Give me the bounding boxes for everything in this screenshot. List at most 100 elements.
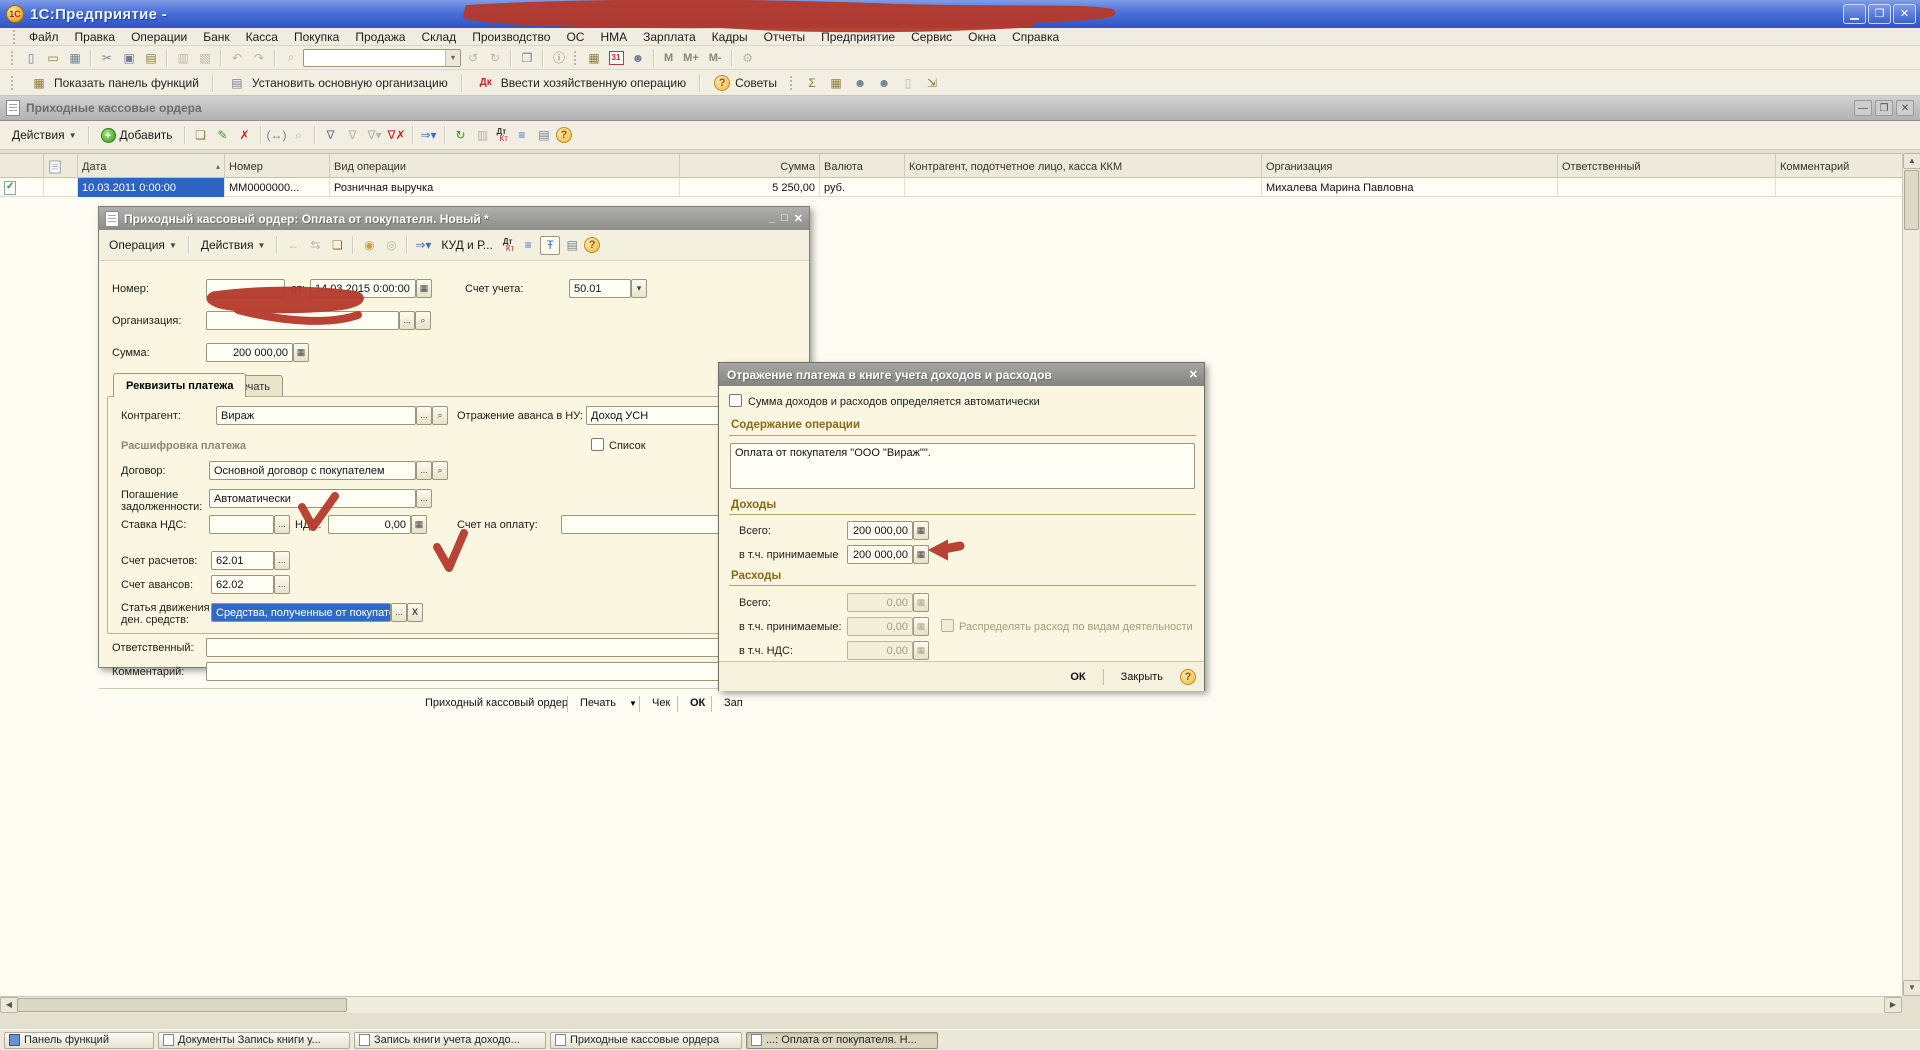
comment-input[interactable] xyxy=(206,662,801,681)
ok-button[interactable]: ОК xyxy=(1061,667,1094,687)
magnifier-icon[interactable]: ⌕ xyxy=(432,461,448,480)
minimize-button[interactable]: ▁ xyxy=(1843,4,1866,24)
set-interval-icon[interactable]: (↔) xyxy=(267,126,287,145)
help-icon[interactable]: ? xyxy=(1180,669,1196,685)
auto-sum-checkbox[interactable] xyxy=(729,394,742,407)
reread-icon[interactable]: ⇆ xyxy=(305,236,325,255)
ellipsis-picker-icon[interactable]: ... xyxy=(416,489,432,508)
cut-icon[interactable]: ✂ xyxy=(97,48,117,67)
repayment-input[interactable]: Автоматически xyxy=(209,489,416,508)
child-minimize-button[interactable]: — xyxy=(1854,100,1872,116)
magnifier-icon[interactable]: ⌕ xyxy=(415,311,431,330)
actions-menu-button[interactable]: Действия▼ xyxy=(6,126,83,144)
row-marker-cell[interactable] xyxy=(0,178,44,197)
counterparty-input[interactable]: Вираж xyxy=(216,406,416,425)
add-button[interactable]: + Добавить xyxy=(95,126,179,145)
account-combobox[interactable]: 50.01 xyxy=(569,279,631,298)
ellipsis-picker-icon[interactable]: ... xyxy=(274,515,290,534)
header-operation[interactable]: Вид операции xyxy=(330,154,680,179)
output-list-icon[interactable]: ⇒▾ xyxy=(419,126,439,145)
ellipsis-picker-icon[interactable]: ... xyxy=(274,575,290,594)
dialog-maximize-icon[interactable]: □ xyxy=(781,212,788,225)
magnifier-icon[interactable]: ⌕ xyxy=(432,406,448,425)
menu-hr[interactable]: Кадры xyxy=(704,29,756,45)
menu-sale[interactable]: Продажа xyxy=(347,29,413,45)
refresh-icon[interactable]: ↻ xyxy=(451,126,471,145)
dt-kt-icon[interactable]: ДтКт xyxy=(501,238,516,252)
print-preview-icon[interactable]: ▧ xyxy=(195,48,215,67)
search-icon[interactable]: ⌕ xyxy=(281,48,301,67)
set-main-organization-button[interactable]: ▤ Установить основную организацию xyxy=(221,71,454,94)
number-input[interactable] xyxy=(206,279,285,298)
horizontal-scroll-thumb[interactable] xyxy=(17,998,347,1012)
sum-input[interactable]: 200 000,00 xyxy=(206,343,293,362)
output-icon[interactable]: ⇒▾ xyxy=(413,236,433,255)
actions-menu-button[interactable]: Действия▼ xyxy=(195,236,272,254)
close-button[interactable]: Закрыть xyxy=(1112,667,1172,687)
operation-menu-button[interactable]: Операция▼ xyxy=(103,236,183,254)
child-close-button[interactable]: ✕ xyxy=(1896,100,1914,116)
calculator-picker-icon[interactable]: ▦ xyxy=(913,593,929,612)
header-date[interactable]: Дата▴ xyxy=(78,154,225,179)
operation-content-textarea[interactable]: Оплата от покупателя "ООО "Вираж"". xyxy=(730,443,1195,489)
child-restore-button[interactable]: ❐ xyxy=(1875,100,1893,116)
income-accepted-input[interactable]: 200 000,00 xyxy=(847,545,913,564)
menu-help[interactable]: Справка xyxy=(1004,29,1067,45)
header-number[interactable]: Номер xyxy=(225,154,330,179)
row-organization-cell[interactable]: Михалева Марина Павловна xyxy=(1262,178,1558,197)
taskbar-documents-journal[interactable]: Документы Запись книги у... xyxy=(158,1032,350,1049)
row-operation-cell[interactable]: Розничная выручка xyxy=(330,178,680,197)
enter-business-operation-button[interactable]: Дк Ввести хозяйственную операцию xyxy=(470,71,692,94)
set-filter-icon[interactable]: ∇ xyxy=(321,126,341,145)
menu-bank[interactable]: Банк xyxy=(195,29,237,45)
menu-purchase[interactable]: Покупка xyxy=(286,29,347,45)
list-checkbox[interactable] xyxy=(591,438,604,451)
unpost-document-icon[interactable]: ◎ xyxy=(381,236,401,255)
go-forward-icon[interactable]: ↻ xyxy=(485,48,505,67)
scroll-up-icon[interactable]: ▲ xyxy=(1903,153,1920,169)
previous-icon[interactable]: ← xyxy=(283,236,303,255)
paste-icon[interactable]: ▤ xyxy=(141,48,161,67)
tab-payment-details[interactable]: Реквизиты платежа xyxy=(113,373,246,397)
sum-register-icon[interactable]: Σ xyxy=(802,73,822,92)
menu-file[interactable]: Файл xyxy=(21,29,67,45)
kudir-dialog-titlebar[interactable]: Отражение платежа в книге учета доходов … xyxy=(719,363,1204,386)
scroll-down-icon[interactable]: ▼ xyxy=(1903,980,1920,996)
menu-warehouse[interactable]: Склад xyxy=(413,29,464,45)
memory-minus-button[interactable]: M- xyxy=(705,52,726,64)
taskbar-active-cash-order[interactable]: ...: Оплата от покупателя. Н... xyxy=(746,1032,938,1049)
header-counterparty[interactable]: Контрагент, подотчетное лицо, касса ККМ xyxy=(905,154,1262,179)
edit-icon[interactable]: ✎ xyxy=(213,126,233,145)
close-button[interactable]: ✕ xyxy=(1893,4,1916,24)
clear-x-icon[interactable]: X xyxy=(407,603,423,622)
info-icon[interactable]: ⓘ xyxy=(549,48,569,67)
menu-reports[interactable]: Отчеты xyxy=(756,29,813,45)
settlement-account-input[interactable]: 62.01 xyxy=(211,551,274,570)
expense-total-input[interactable]: 0,00 xyxy=(847,593,913,612)
quick-search-combobox[interactable]: ▾ xyxy=(303,49,461,67)
copy-icon[interactable]: ▣ xyxy=(119,48,139,67)
horizontal-scrollbar[interactable]: ◀ ▶ xyxy=(0,996,1902,1013)
maximize-button[interactable]: ❐ xyxy=(1868,4,1891,24)
taskbar-cash-orders-list[interactable]: Приходные кассовые ордера xyxy=(550,1032,742,1049)
row-icon-cell[interactable] xyxy=(44,178,78,197)
structure-pressed-icon[interactable]: Ŧ xyxy=(540,236,560,255)
print-menu-button[interactable]: Печать xyxy=(571,693,625,713)
row-counterparty-cell[interactable] xyxy=(905,178,1262,197)
vertical-scroll-thumb[interactable] xyxy=(1904,170,1919,230)
filter-by-value-icon[interactable]: ∇ xyxy=(343,126,363,145)
vertical-scrollbar[interactable]: ▲ ▼ xyxy=(1902,153,1919,996)
memory-plus-button[interactable]: M+ xyxy=(679,52,703,64)
header-currency[interactable]: Валюта xyxy=(820,154,905,179)
user-search-icon[interactable]: ☻ xyxy=(628,48,648,67)
post-document-icon[interactable]: ◉ xyxy=(359,236,379,255)
tips-button[interactable]: ? Советы xyxy=(708,73,783,93)
document-list-icon[interactable]: ≡ xyxy=(518,236,538,255)
help-icon[interactable]: ? xyxy=(584,237,600,253)
dialog-close-icon[interactable]: ✕ xyxy=(1189,368,1198,381)
row-currency-cell[interactable]: руб. xyxy=(820,178,905,197)
header-icon-column[interactable] xyxy=(44,154,78,179)
pko-print-form-button[interactable]: Приходный кассовый ордер xyxy=(416,693,577,713)
document-icon[interactable]: ▯ xyxy=(898,73,918,92)
copy-item-icon[interactable]: ❏ xyxy=(191,126,211,145)
